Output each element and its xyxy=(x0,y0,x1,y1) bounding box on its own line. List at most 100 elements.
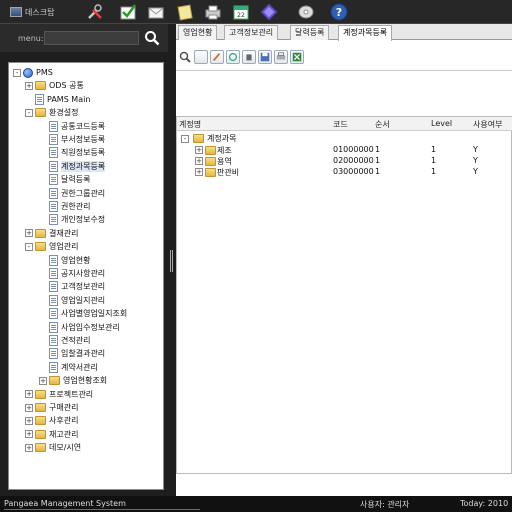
tab-sales-status[interactable]: 영업현황 xyxy=(178,25,218,40)
cell-name: 제조 xyxy=(217,146,232,155)
tree-item[interactable]: 공지사항관리 xyxy=(39,267,105,280)
search-icon[interactable] xyxy=(178,50,192,64)
tools-icon[interactable] xyxy=(86,3,104,21)
tab-customer-info[interactable]: 고객정보관리 xyxy=(224,25,279,40)
tree-item[interactable]: + 구매관리 xyxy=(25,401,78,414)
table-row[interactable]: + 제조 01000000 1 1 Y xyxy=(177,145,511,156)
tab-account-register[interactable]: 계정과목등록 xyxy=(338,25,393,41)
menu-search-input[interactable] xyxy=(44,31,139,45)
status-bar: Pangaea Management System 사용자: 관리자 Today… xyxy=(0,496,512,512)
svg-text:?: ? xyxy=(336,6,342,19)
account-grid: 계정명 코드 순서 Level 사용여부 - 계정과목 + 제조 01000000 1… xyxy=(176,116,512,474)
collapse-icon[interactable]: - xyxy=(181,135,189,143)
page-icon xyxy=(49,281,58,293)
mail-icon[interactable] xyxy=(147,3,165,21)
expand-icon[interactable]: + xyxy=(25,81,33,90)
tree-item[interactable]: 개인정보수정 xyxy=(39,213,105,226)
tree-item[interactable]: 사업입수정보관리 xyxy=(39,321,120,334)
tree-item[interactable]: - PMS xyxy=(13,66,53,79)
desktop-button[interactable]: 데스크탑 xyxy=(10,5,54,19)
tree-item[interactable]: PAMS Main xyxy=(25,93,90,106)
expand-icon[interactable]: + xyxy=(25,390,33,399)
excel-icon[interactable] xyxy=(290,50,304,64)
col-level[interactable]: Level xyxy=(431,119,452,128)
tree-item[interactable]: 계정과목등록 xyxy=(39,160,106,173)
page-icon xyxy=(35,93,44,105)
tree-item[interactable]: 입찰결과관리 xyxy=(39,347,105,360)
folder-icon xyxy=(205,146,216,155)
help-icon[interactable]: ? xyxy=(330,3,348,21)
tree-item[interactable]: 달력등록 xyxy=(39,173,90,186)
tree-item-label: 공지사항관리 xyxy=(61,269,106,278)
print-icon[interactable] xyxy=(274,50,288,64)
new-document-icon[interactable] xyxy=(194,50,208,64)
expand-icon[interactable]: + xyxy=(195,168,203,176)
desktop-label: 데스크탑 xyxy=(25,7,55,17)
expand-icon[interactable]: + xyxy=(39,376,47,385)
expand-icon[interactable]: + xyxy=(195,146,203,154)
search-icon[interactable] xyxy=(144,30,160,46)
expand-icon[interactable]: + xyxy=(25,416,33,425)
expand-icon[interactable]: + xyxy=(25,443,33,452)
page-icon xyxy=(49,187,58,199)
collapse-icon[interactable]: - xyxy=(25,242,33,251)
tree-item[interactable]: + 사후관리 xyxy=(25,414,78,427)
tree-item[interactable]: 직원정보등록 xyxy=(39,146,105,159)
save-icon[interactable] xyxy=(258,50,272,64)
cell-use: Y xyxy=(473,156,478,165)
tree-item[interactable]: 공통코드등록 xyxy=(39,120,105,133)
tree-item-label: 계정과목등록 xyxy=(61,160,106,172)
tag-icon[interactable] xyxy=(297,3,315,21)
page-icon xyxy=(49,294,58,306)
check-icon[interactable] xyxy=(119,3,137,21)
tab-calendar-register[interactable]: 달력등록 xyxy=(290,25,330,40)
tree-item[interactable]: - 영업관리 xyxy=(25,240,78,253)
note-icon[interactable] xyxy=(176,3,194,21)
cell-name: 판관비 xyxy=(217,168,240,177)
tree-item[interactable]: + 재고관리 xyxy=(25,428,78,441)
collapse-icon[interactable]: - xyxy=(25,108,33,117)
tree-item[interactable]: + ODS 공통 xyxy=(25,79,84,92)
tree-item[interactable]: 권한관리 xyxy=(39,200,90,213)
tree-item[interactable]: + 데모/시연 xyxy=(25,441,81,454)
tree-item[interactable]: + 프로젝트관리 xyxy=(25,388,93,401)
tree-item[interactable]: 견적관리 xyxy=(39,334,90,347)
table-row[interactable]: + 판관비 03000000 1 1 Y xyxy=(177,167,511,178)
col-use-yn[interactable]: 사용여부 xyxy=(473,119,502,130)
delete-icon[interactable] xyxy=(242,50,256,64)
col-account-name[interactable]: 계정명 xyxy=(179,119,201,130)
expand-icon[interactable]: + xyxy=(25,403,33,412)
tree-item[interactable]: 사업별영업일지조회 xyxy=(39,307,127,320)
tree-item[interactable]: 영업일지관리 xyxy=(39,294,105,307)
cell-code: 03000000 xyxy=(333,167,374,176)
edit-icon[interactable] xyxy=(210,50,224,64)
calendar-icon[interactable]: 22 xyxy=(232,3,250,21)
col-code[interactable]: 코드 xyxy=(333,119,348,130)
expand-icon[interactable]: + xyxy=(25,229,33,238)
expand-icon[interactable]: + xyxy=(25,430,33,439)
panel-splitter[interactable] xyxy=(168,24,176,496)
tree-item[interactable]: - 환경설정 xyxy=(25,106,78,119)
tree-item[interactable]: 권한그룹관리 xyxy=(39,187,105,200)
tree-item[interactable]: 고객정보관리 xyxy=(39,280,105,293)
top-toolbar: 데스크탑 22 ? xyxy=(0,0,512,24)
col-order[interactable]: 순서 xyxy=(375,119,390,130)
tree-item[interactable]: 영업현황 xyxy=(39,254,90,267)
printer-icon[interactable] xyxy=(204,3,222,21)
refresh-icon[interactable] xyxy=(226,50,240,64)
tree-item[interactable]: 계약서관리 xyxy=(39,361,98,374)
cell-code: 01000000 xyxy=(333,145,374,154)
folder-icon xyxy=(35,228,46,238)
calendar-icon-number: 22 xyxy=(237,12,245,19)
splitter-grip[interactable] xyxy=(170,250,173,272)
diamond-icon[interactable] xyxy=(260,3,278,21)
expand-icon[interactable]: + xyxy=(195,157,203,165)
table-row[interactable]: + 용역 02000000 1 1 Y xyxy=(177,156,511,167)
tree-item[interactable]: 부서정보등록 xyxy=(39,133,105,146)
collapse-icon[interactable]: - xyxy=(13,68,21,77)
tree-item[interactable]: + 결재관리 xyxy=(25,227,78,240)
tree-item[interactable]: + 영업현황조회 xyxy=(39,374,107,387)
